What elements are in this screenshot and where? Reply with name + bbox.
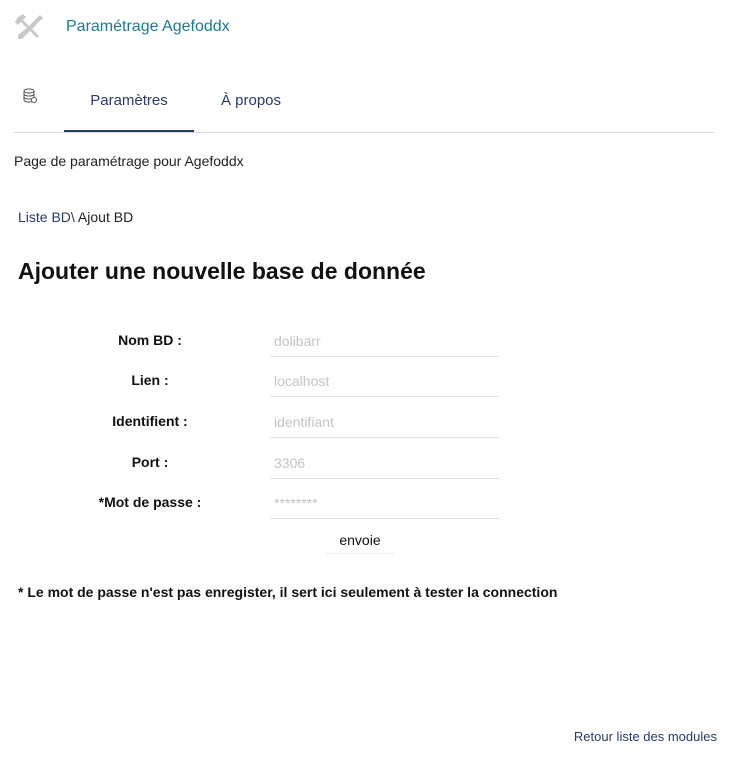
identifient-input[interactable]: [270, 407, 500, 438]
breadcrumb: Liste BD\ Ajout BD: [18, 209, 133, 225]
breadcrumb-current: Ajout BD: [74, 209, 134, 225]
page-description: Page de paramétrage pour Agefoddx: [14, 153, 244, 169]
port-input[interactable]: [270, 448, 500, 479]
nom-bd-label: Nom BD :: [118, 332, 182, 348]
database-icon: [23, 88, 37, 104]
page: Paramétrage Agefoddx Paramètres À propos…: [0, 0, 731, 761]
submit-button[interactable]: envoie: [326, 526, 394, 554]
tab-a-propos-label: À propos: [220, 92, 282, 109]
form-row-mot-de-passe: *Mot de passe :: [60, 486, 500, 526]
form-row-identifient: Identifient :: [60, 405, 500, 445]
app-title: Paramétrage Agefoddx: [66, 18, 230, 35]
breadcrumb-link-liste-bd[interactable]: Liste BD\: [18, 209, 75, 225]
page-title: Ajouter une nouvelle base de donnée: [18, 258, 426, 284]
tools-icon: [14, 13, 46, 41]
tab-parametres[interactable]: Paramètres: [64, 84, 194, 132]
tab-a-propos[interactable]: À propos: [211, 84, 291, 131]
tab-parametres-label: Paramètres: [90, 92, 168, 109]
mot-de-passe-input[interactable]: [270, 488, 500, 519]
lien-input[interactable]: [270, 366, 500, 397]
back-to-modules-link[interactable]: Retour liste des modules: [574, 729, 717, 744]
form-row-lien: Lien :: [60, 364, 500, 404]
form-row-port: Port :: [60, 446, 500, 486]
header: Paramétrage Agefoddx: [14, 12, 230, 42]
mot-de-passe-label: *Mot de passe :: [98, 494, 202, 510]
identifient-label: Identifient :: [112, 413, 188, 429]
port-label: Port :: [131, 454, 169, 470]
tab-bar: Paramètres À propos: [14, 84, 714, 133]
password-note: * Le mot de passe n'est pas enregister, …: [18, 584, 558, 600]
form-row-nom-bd: Nom BD :: [60, 324, 500, 364]
nom-bd-input[interactable]: [270, 326, 500, 357]
lien-label: Lien :: [131, 372, 169, 388]
